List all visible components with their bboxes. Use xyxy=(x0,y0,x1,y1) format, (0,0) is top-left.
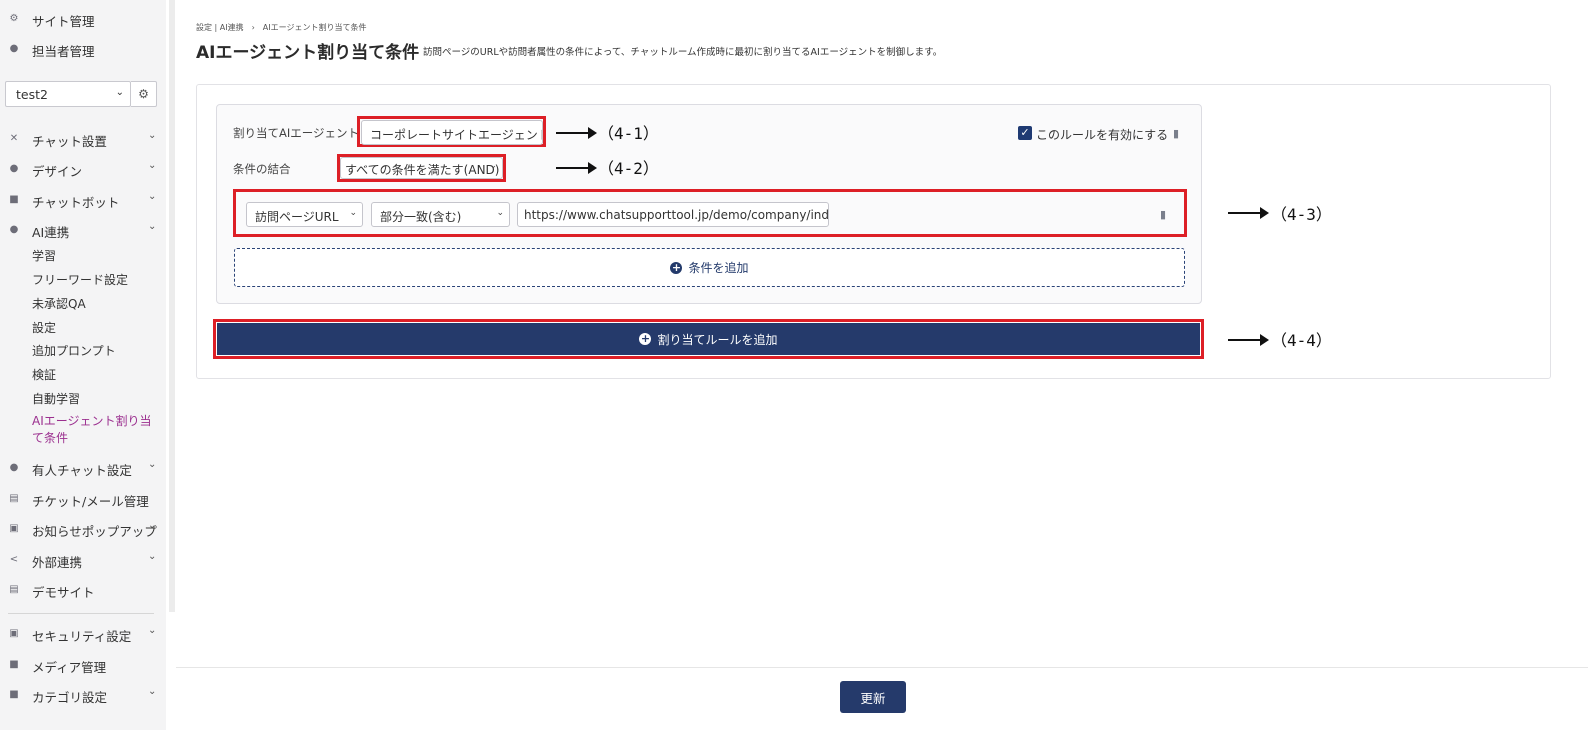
annotation-4-1: （4-1） xyxy=(598,124,659,143)
breadcrumb[interactable]: 設定 | AI連携 › AIエージェント割り当て条件 xyxy=(196,22,366,33)
update-button[interactable]: 更新 xyxy=(840,681,906,713)
ticket-icon: ▤ xyxy=(9,493,19,504)
sidebar-divider xyxy=(8,613,154,614)
chat-icon: ■ xyxy=(9,194,19,205)
sidebar-subitem-additional-prompt[interactable]: 追加プロンプト xyxy=(32,342,116,359)
sidebar-item-design[interactable]: ● デザイン ⌄ xyxy=(0,158,166,180)
chevron-down-icon: ⌄ xyxy=(496,208,504,218)
plus-circle-icon: + xyxy=(639,332,652,345)
sidebar-subitem-verification[interactable]: 検証 xyxy=(32,366,56,383)
annotation-arrow-4-3 xyxy=(1228,207,1269,219)
sidebar-subitem-agent-assignment[interactable]: AIエージェント割り当て条件 xyxy=(32,413,154,447)
sidebar-item-ticket-mail[interactable]: ▤ チケット/メール管理 xyxy=(0,488,166,510)
annotation-arrow-4-4 xyxy=(1228,334,1269,346)
sidebar-item-chatbot[interactable]: ■ チャットボット ⌄ xyxy=(0,189,166,211)
combine-label: 条件の結合 xyxy=(233,162,291,176)
sidebar-item-media[interactable]: ■ メディア管理 xyxy=(0,654,166,676)
page-title: AIエージェント割り当て条件 xyxy=(196,43,420,63)
sidebar-subitem-auto-learning[interactable]: 自動学習 xyxy=(32,390,80,407)
chevron-down-icon: ⌄ xyxy=(349,208,357,218)
page-description: 訪問ページのURLや訪問者属性の条件によって、チャットルーム作成時に最初に割り当… xyxy=(423,47,943,58)
sidebar-item-ai[interactable]: ● AI連携 ⌄ xyxy=(0,219,166,241)
chevron-down-icon: ⌄ xyxy=(148,191,157,202)
enable-rule-checkbox[interactable]: ✓ xyxy=(1018,126,1032,140)
plus-circle-icon: + xyxy=(670,260,683,274)
bulb-icon: ● xyxy=(9,224,19,235)
sidebar-item-demo-site[interactable]: ▤ デモサイト xyxy=(0,579,166,601)
window-icon: ▤ xyxy=(9,584,19,595)
enable-rule-label: このルールを有効にする xyxy=(1036,128,1169,142)
delete-rule-trash-icon[interactable]: ▮ xyxy=(1173,128,1182,139)
annotation-4-4: （4-4） xyxy=(1271,331,1332,350)
annotation-4-2: （4-2） xyxy=(598,159,659,178)
agent-select[interactable]: コーポレートサイトエージェント xyxy=(361,120,543,145)
annotation-arrow-4-2 xyxy=(556,162,597,174)
folder-icon: ■ xyxy=(9,689,19,700)
site-select[interactable]: test2 ⌄ xyxy=(5,81,131,107)
sidebar-item-security[interactable]: ▣ セキュリティ設定 ⌄ xyxy=(0,623,166,645)
condition-value-input[interactable]: https://www.chatsupporttool.jp/demo/comp… xyxy=(517,202,829,227)
chevron-down-icon: ⌄ xyxy=(148,221,157,232)
annotation-4-3: （4-3） xyxy=(1271,205,1332,224)
sidebar-item-live-chat[interactable]: ● 有人チャット設定 ⌄ xyxy=(0,457,166,479)
condition-type-select[interactable]: 訪問ページURL ⌄ xyxy=(246,202,363,227)
sidebar-item-popup[interactable]: ▣ お知らせポップアップ ⌄ xyxy=(0,518,166,540)
sidebar-scrollbar[interactable] xyxy=(169,0,175,612)
chevron-down-icon: ⌄ xyxy=(115,87,124,98)
lock-icon: ▣ xyxy=(9,628,19,639)
sidebar-subitem-freeword[interactable]: フリーワード設定 xyxy=(32,271,128,288)
chevron-down-icon: ⌄ xyxy=(148,520,157,531)
combine-select[interactable]: すべての条件を満たす(AND) ⌄ xyxy=(340,157,503,179)
chevron-down-icon: ⌄ xyxy=(148,625,157,636)
annotation-arrow-4-1 xyxy=(556,127,597,139)
add-rule-button[interactable]: + 割り当てルールを追加 xyxy=(217,323,1200,355)
gear-icon: ⚙ xyxy=(9,13,19,24)
sidebar-item-staff-management[interactable]: ● 担当者管理 xyxy=(0,38,166,60)
add-condition-button[interactable]: + 条件を追加 xyxy=(234,248,1185,287)
sidebar-subitem-learning[interactable]: 学習 xyxy=(32,247,56,264)
site-settings-gear-icon[interactable]: ⚙ xyxy=(131,81,157,107)
chevron-down-icon: ⌄ xyxy=(148,459,157,470)
share-icon: < xyxy=(9,554,19,565)
agent-label: 割り当てAIエージェント xyxy=(233,126,360,140)
condition-match-select[interactable]: 部分一致(含む) ⌄ xyxy=(371,202,510,227)
sidebar-item-category[interactable]: ■ カテゴリ設定 ⌄ xyxy=(0,684,166,706)
sidebar-subitem-settings[interactable]: 設定 xyxy=(32,319,56,336)
delete-condition-trash-icon[interactable]: ▮ xyxy=(1160,209,1169,220)
sidebar-item-chat-setup[interactable]: ✕ チャット設置 ⌄ xyxy=(0,128,166,150)
footer-divider xyxy=(176,667,1588,668)
sidebar-item-external[interactable]: < 外部連携 ⌄ xyxy=(0,549,166,571)
palette-icon: ● xyxy=(9,163,19,174)
chevron-down-icon: ⌄ xyxy=(148,686,157,697)
headset-icon: ● xyxy=(9,462,19,473)
chevron-down-icon: ⌄ xyxy=(148,160,157,171)
chevron-down-icon: ⌄ xyxy=(489,161,497,171)
sidebar-item-site-management[interactable]: ⚙ サイト管理 xyxy=(0,8,166,30)
chevron-down-icon: ⌄ xyxy=(148,551,157,562)
tools-icon: ✕ xyxy=(9,133,19,144)
popup-icon: ▣ xyxy=(9,523,19,534)
sidebar-subitem-unapproved-qa[interactable]: 未承認QA xyxy=(32,295,86,312)
users-icon: ● xyxy=(9,43,19,54)
image-icon: ■ xyxy=(9,659,19,670)
sidebar: ⚙ サイト管理 ● 担当者管理 test2 ⌄ ⚙ ✕ チャット設置 ⌄ ● デ… xyxy=(0,0,166,730)
chevron-down-icon: ⌄ xyxy=(148,130,157,141)
